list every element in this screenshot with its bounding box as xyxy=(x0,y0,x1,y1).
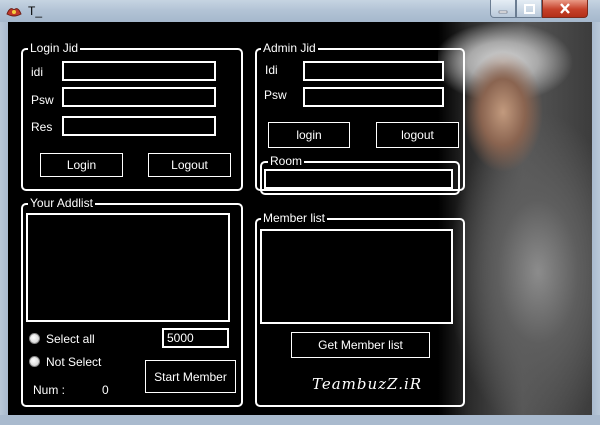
select-all-radio[interactable] xyxy=(29,333,40,344)
num-value: 0 xyxy=(102,383,109,397)
close-button[interactable] xyxy=(542,0,588,18)
select-all-label[interactable]: Select all xyxy=(46,332,95,346)
window-frame-right xyxy=(592,22,600,425)
not-select-label[interactable]: Not Select xyxy=(46,355,101,369)
window-title: T_ xyxy=(28,4,43,18)
start-member-button[interactable]: Start Member xyxy=(145,360,236,393)
window-frame-bottom xyxy=(0,415,600,425)
admin-logout-button[interactable]: logout xyxy=(376,122,459,148)
room-input[interactable] xyxy=(264,169,453,189)
admin-id-label: Idi xyxy=(265,63,278,77)
member-list-legend: Member list xyxy=(261,211,328,225)
client-area: Login Jid idi Psw Res Login Logout Your … xyxy=(8,22,592,415)
minimize-icon xyxy=(498,10,508,13)
logout-button[interactable]: Logout xyxy=(148,153,231,177)
get-member-list-button[interactable]: Get Member list xyxy=(291,332,430,358)
member-list-box[interactable] xyxy=(260,229,453,324)
signature-text: TeambuzZ.iR xyxy=(312,375,423,393)
admin-jid-legend: Admin Jid xyxy=(261,41,318,55)
login-psw-label: Psw xyxy=(31,93,54,107)
login-jid-legend: Login Jid xyxy=(28,41,81,55)
maximize-icon xyxy=(523,3,535,14)
window-frame-left xyxy=(0,22,8,425)
count-input[interactable]: 5000 xyxy=(162,328,229,348)
minimize-button[interactable] xyxy=(490,0,516,18)
admin-id-input[interactable] xyxy=(303,61,444,81)
addlist-textarea[interactable] xyxy=(26,213,230,322)
room-legend: Room xyxy=(268,154,305,168)
maximize-button[interactable] xyxy=(516,0,542,18)
not-select-radio[interactable] xyxy=(29,356,40,367)
login-res-label: Res xyxy=(31,120,53,134)
close-icon xyxy=(560,3,570,14)
login-id-input[interactable] xyxy=(62,61,216,81)
app-icon xyxy=(6,4,22,18)
num-label: Num : xyxy=(33,383,66,397)
login-button[interactable]: Login xyxy=(40,153,123,177)
admin-login-button[interactable]: login xyxy=(268,122,350,148)
admin-password-input[interactable] xyxy=(303,87,444,107)
admin-psw-label: Psw xyxy=(264,88,287,102)
login-password-input[interactable] xyxy=(62,87,216,107)
addlist-legend: Your Addlist xyxy=(28,196,95,210)
login-resource-input[interactable] xyxy=(62,116,216,136)
login-id-label: idi xyxy=(31,65,44,79)
